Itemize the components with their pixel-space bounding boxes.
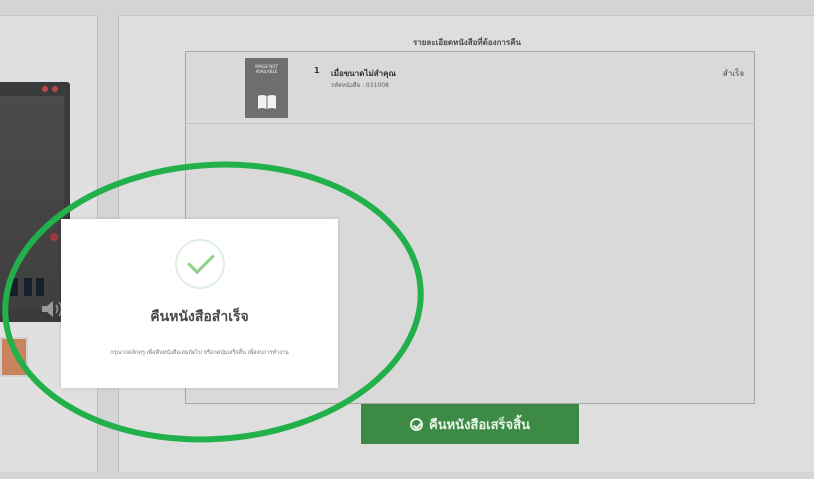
finish-return-button[interactable]: คืนหนังสือเสร็จสิ้น <box>361 404 579 444</box>
book-title: เมื่อขนาดไม่สำคุณ <box>331 69 396 78</box>
finish-button-label: คืนหนังสือเสร็จสิ้น <box>429 417 530 433</box>
kiosk-indicator-light <box>52 86 58 92</box>
kiosk-device-image <box>0 82 70 322</box>
row-index: 1 <box>314 66 320 75</box>
book-cover: IMAGE NOT AVAILABLE <box>245 58 288 118</box>
check-circle-icon <box>410 417 424 431</box>
book-icon <box>258 95 276 109</box>
check-icon <box>175 239 225 289</box>
kiosk-slot <box>36 278 44 296</box>
book-code: รหัสหนังสือ : 031008 <box>331 82 389 89</box>
dialog-description: กรุณากดลักครู เพื่อคืนหนังสือเล่มถัดไป ห… <box>110 350 289 356</box>
orange-thumbnail <box>0 337 28 377</box>
kiosk-indicator-light <box>42 86 48 92</box>
dialog-title: คืนหนังสือสำเร็จ <box>150 309 249 325</box>
kiosk-slot <box>24 278 32 296</box>
cover-placeholder-text: IMAGE NOT AVAILABLE <box>255 64 278 74</box>
list-item: IMAGE NOT AVAILABLE 1 เมื่อขนาดไม่สำคุณ … <box>186 52 754 124</box>
kiosk-status-light <box>50 233 58 241</box>
kiosk-slot <box>10 278 18 296</box>
success-dialog[interactable]: คืนหนังสือสำเร็จ กรุณากดลักครู เพื่อคืนห… <box>61 219 338 388</box>
panel-title: รายละเอียดหนังสือที่ต้องการคืน <box>412 38 522 47</box>
status-label: สำเร็จ <box>722 69 744 78</box>
